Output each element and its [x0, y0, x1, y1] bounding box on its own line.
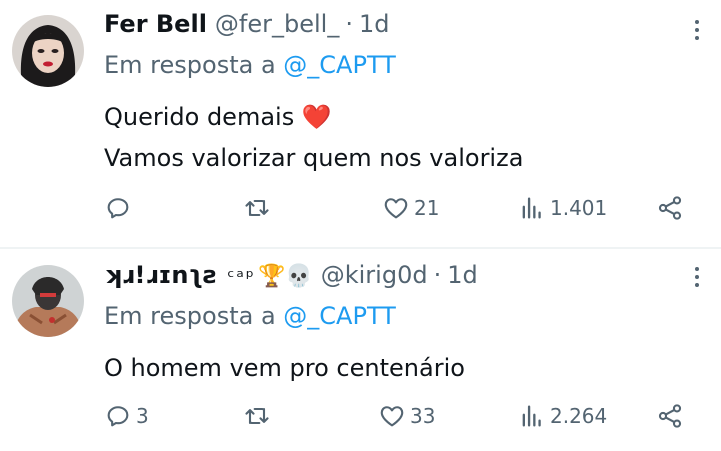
views-count: 1.401	[550, 196, 608, 220]
views-button[interactable]: 2.264	[518, 402, 607, 430]
like-button[interactable]: 33	[378, 402, 435, 430]
like-icon	[380, 406, 404, 427]
reply-context: Em resposta a @_CAPTT	[104, 302, 701, 342]
action-bar: 3 33 2.264	[104, 402, 701, 436]
author-name[interactable]: ʞɹ!ɹɪnʅƨ	[104, 261, 217, 289]
more-icon[interactable]	[693, 20, 701, 44]
author-handle[interactable]: @fer_bell_	[215, 10, 339, 38]
avatar[interactable]	[12, 15, 84, 87]
share-button[interactable]	[656, 194, 684, 222]
like-count: 21	[414, 196, 440, 220]
like-count: 33	[410, 404, 436, 428]
name-emojis: 🏆💀	[257, 264, 313, 289]
timestamp[interactable]: 1d	[447, 261, 478, 289]
author-name[interactable]: Fer Bell	[104, 10, 207, 38]
views-button[interactable]: 1.401	[518, 194, 607, 222]
like-button[interactable]: 21	[382, 194, 439, 222]
reply-button[interactable]: 3	[104, 402, 149, 430]
separator-dot: ·	[345, 10, 353, 38]
separator-dot: ·	[433, 261, 442, 289]
reply-count: 3	[136, 404, 149, 428]
more-icon[interactable]	[693, 267, 701, 291]
like-icon	[384, 198, 408, 219]
reply-handle-link[interactable]: @_CAPTT	[283, 51, 396, 79]
tweet-text-line: O homem vem pro centenário	[104, 354, 465, 382]
retweet-icon	[245, 407, 269, 425]
reply-context: Em resposta a @_CAPTT	[104, 51, 701, 91]
reply-icon	[107, 198, 129, 219]
share-button[interactable]	[656, 402, 684, 430]
reply-button[interactable]	[104, 194, 136, 222]
heart-emoji: ❤️	[301, 103, 332, 131]
tweet-text-line: Vamos valorizar quem nos valoriza	[104, 144, 524, 172]
action-bar: 21 1.401	[104, 194, 701, 228]
share-icon	[658, 404, 682, 428]
share-icon	[658, 196, 682, 220]
views-icon	[522, 197, 541, 219]
retweet-button[interactable]	[243, 194, 275, 222]
reply-prefix: Em resposta a	[104, 302, 276, 330]
retweet-button[interactable]	[243, 402, 275, 430]
retweet-icon	[245, 199, 269, 217]
reply-handle-link[interactable]: @_CAPTT	[283, 302, 396, 330]
tweet-text: Querido demais ❤️ Vamos valorizar quem n…	[104, 97, 701, 179]
reply-prefix: Em resposta a	[104, 51, 276, 79]
reply-icon	[107, 406, 129, 427]
avatar[interactable]	[12, 265, 84, 337]
tweet[interactable]: Fer Bell @fer_bell_ · 1d Em resposta a @…	[0, 0, 721, 248]
views-count: 2.264	[550, 404, 608, 428]
author-handle[interactable]: @kirig0d	[321, 261, 428, 289]
tweet-text: O homem vem pro centenário	[104, 348, 701, 389]
author-name-suffix: ᶜᵃᵖ	[227, 266, 256, 288]
timestamp[interactable]: 1d	[359, 10, 390, 38]
tweet[interactable]: ʞɹ!ɹɪnʅƨ ᶜᵃᵖ 🏆💀 @kirig0d · 1d Em respost…	[0, 249, 721, 451]
tweet-text-line: Querido demais	[104, 103, 295, 131]
views-icon	[522, 405, 541, 427]
